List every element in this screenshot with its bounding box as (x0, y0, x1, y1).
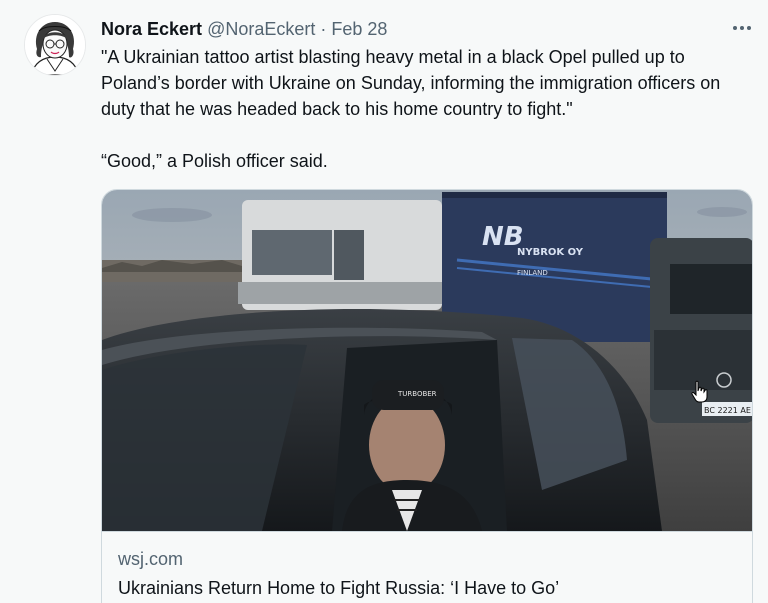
avatar[interactable] (24, 14, 86, 76)
truck-location: FINLAND (517, 269, 548, 277)
tweet-paragraph: “Good,” a Polish officer said. (101, 151, 328, 171)
avatar-illustration (25, 15, 85, 75)
tweet-paragraph: "A Ukrainian tattoo artist blasting heav… (101, 47, 721, 119)
link-preview-card[interactable]: NB NYBROK OY FINLAND BC 2221 AE TURBOBER… (101, 189, 753, 603)
more-horizontal-icon (733, 26, 751, 30)
tweet-header: Nora Eckert @NoraEckert · Feb 28 (101, 17, 387, 41)
more-options-button[interactable] (728, 16, 756, 40)
tweet[interactable]: Nora Eckert @NoraEckert · Feb 28 "A Ukra… (0, 0, 768, 603)
card-title: Ukrainians Return Home to Fight Russia: … (118, 578, 560, 598)
author-handle[interactable]: @NoraEckert (207, 19, 315, 40)
cap-text: TURBOBER (397, 390, 437, 398)
card-photo: NB NYBROK OY FINLAND BC 2221 AE TURBOBER (102, 190, 752, 531)
card-meta[interactable]: wsj.com Ukrainians Return Home to Fight … (102, 532, 752, 603)
tweet-date[interactable]: Feb 28 (331, 19, 387, 40)
card-image[interactable]: NB NYBROK OY FINLAND BC 2221 AE TURBOBER (102, 190, 752, 532)
header-separator: · (320, 18, 327, 39)
van-plate: BC 2221 AE (704, 406, 751, 415)
tweet-text: "A Ukrainian tattoo artist blasting heav… (101, 44, 756, 174)
card-domain: wsj.com (118, 549, 184, 569)
truck-company: NYBROK OY (517, 247, 584, 258)
cursor-glyph (691, 380, 708, 403)
hand-pointer-icon (691, 380, 709, 404)
author-display-name[interactable]: Nora Eckert (101, 19, 202, 40)
